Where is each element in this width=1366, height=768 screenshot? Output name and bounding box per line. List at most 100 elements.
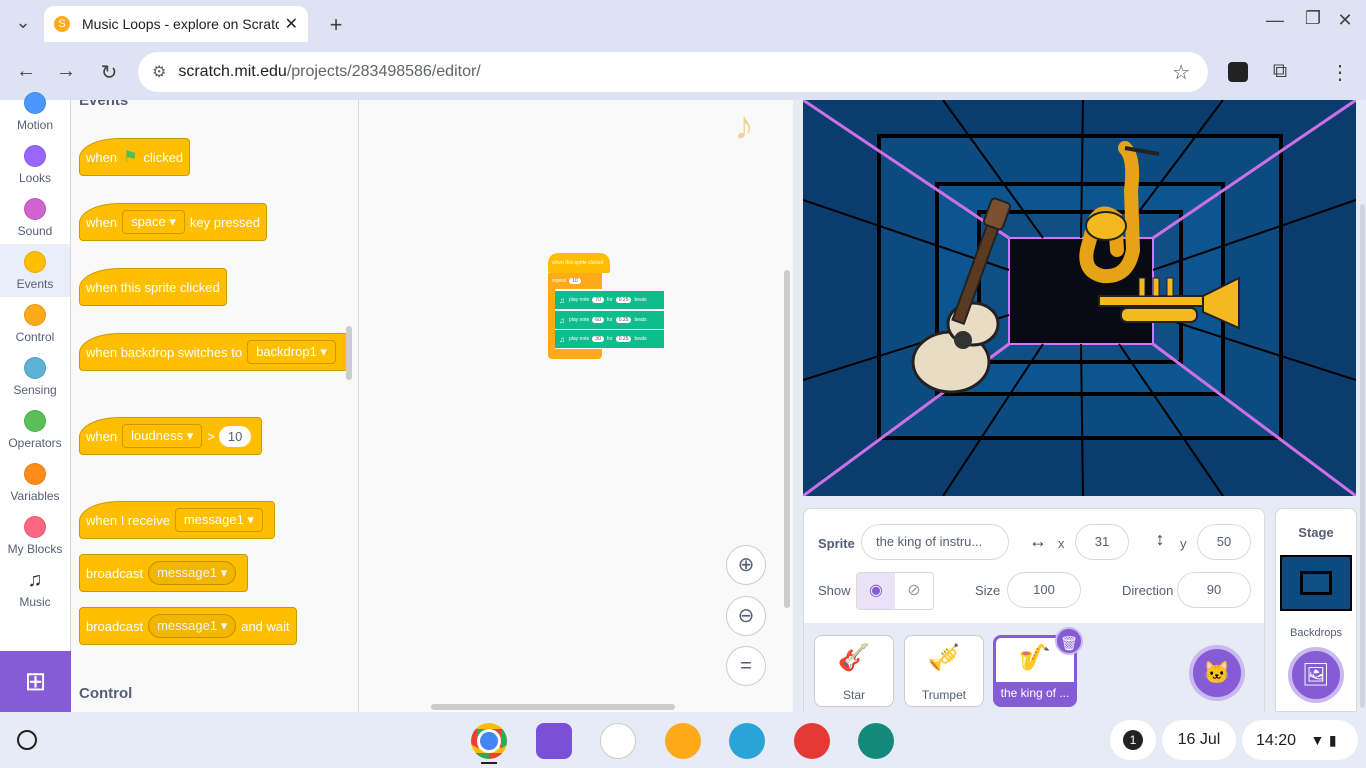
- palette-scrollbar[interactable]: [346, 326, 352, 380]
- bookmark-star-icon[interactable]: ☆: [1172, 60, 1190, 85]
- scratch-jr-app-icon[interactable]: [729, 723, 765, 759]
- category-control[interactable]: Control: [0, 304, 70, 357]
- address-bar[interactable]: ⚙ scratch.mit.edu/projects/283498586/edi…: [138, 52, 1208, 92]
- sprite-thumb-star[interactable]: 🎸 Star: [814, 635, 894, 707]
- forward-icon[interactable]: →: [54, 60, 78, 83]
- category-sensing[interactable]: Sensing: [0, 357, 70, 410]
- repeat-count-input[interactable]: 10: [569, 278, 581, 284]
- x-field[interactable]: 31: [1075, 524, 1129, 560]
- new-tab-icon[interactable]: +: [325, 12, 347, 38]
- block-text: for: [606, 297, 613, 303]
- page-scrollbar[interactable]: [1360, 204, 1365, 708]
- visibility-toggle: ◉ ⊘: [856, 572, 934, 610]
- sprite-thumb-trumpet[interactable]: 🎺 Trumpet: [904, 635, 984, 707]
- sprite-thumb-label: the king of ...: [996, 682, 1074, 704]
- when-loudness-block[interactable]: when loudness ▾ > 10: [79, 417, 263, 455]
- show-eye-icon[interactable]: ◉: [857, 573, 895, 609]
- category-label: Motion: [16, 118, 54, 132]
- note-input[interactable]: 30: [592, 336, 604, 342]
- play-note-block[interactable]: ♫ play note 70 for 0.25 beats: [555, 291, 664, 309]
- backdrop-dropdown[interactable]: backdrop1 ▾: [247, 340, 336, 364]
- backdrop-thumbnail[interactable]: [1280, 555, 1352, 611]
- category-looks[interactable]: Looks: [0, 145, 70, 198]
- when-key-pressed-block[interactable]: when space ▾ key pressed: [79, 203, 268, 241]
- stage-selector-pane[interactable]: Stage Backdrops 🖼: [1275, 508, 1357, 712]
- restore-icon[interactable]: ❐: [1302, 8, 1324, 29]
- beats-input[interactable]: 0.25: [615, 336, 632, 342]
- browser-tab[interactable]: S Music Loops - explore on Scratc ✕: [44, 6, 308, 42]
- choose-backdrop-button[interactable]: 🖼: [1288, 647, 1344, 703]
- scratch-app-icon[interactable]: [665, 723, 701, 759]
- direction-field[interactable]: 90: [1177, 572, 1251, 608]
- notification-pill[interactable]: 1: [1110, 720, 1156, 760]
- category-label: Music: [19, 595, 51, 609]
- zoom-in-button[interactable]: ⊕: [726, 545, 766, 585]
- workspace-h-scrollbar[interactable]: [431, 704, 675, 710]
- x-label: x: [1058, 536, 1065, 551]
- category-music[interactable]: ♫ Music: [0, 569, 70, 622]
- code-workspace[interactable]: ♪ when this sprite clicked repeat 10 ♫ p…: [359, 100, 793, 712]
- backdrops-label: Backdrops: [1290, 627, 1342, 639]
- sensor-dropdown[interactable]: loudness ▾: [122, 424, 203, 448]
- category-my-blocks[interactable]: My Blocks: [0, 516, 70, 569]
- delete-sprite-icon[interactable]: 🗑: [1055, 627, 1083, 655]
- when-flag-clicked-block[interactable]: when ⚑ clicked: [79, 138, 191, 176]
- y-field[interactable]: 50: [1197, 524, 1251, 560]
- classroom-app-icon[interactable]: [858, 723, 894, 759]
- block-text: beats: [634, 317, 647, 323]
- broadcast-and-wait-block[interactable]: broadcast message1 ▾ and wait: [79, 607, 297, 645]
- category-operators[interactable]: Operators: [0, 410, 70, 463]
- zoom-out-button[interactable]: ⊖: [726, 596, 766, 636]
- site-info-icon[interactable]: ⚙: [152, 62, 166, 82]
- hide-eye-icon[interactable]: ⊘: [895, 573, 933, 609]
- sprite-name-field[interactable]: the king of instru...: [861, 524, 1009, 560]
- broadcast-wait-dropdown[interactable]: message1 ▾: [148, 614, 237, 638]
- when-sprite-clicked-block[interactable]: when this sprite clicked: [79, 268, 227, 306]
- beats-input[interactable]: 0.25: [615, 297, 632, 303]
- broadcast-dropdown[interactable]: message1 ▾: [148, 561, 237, 585]
- close-window-icon[interactable]: ✕: [1334, 10, 1356, 31]
- extension-icon[interactable]: [1228, 62, 1248, 82]
- play-note-block[interactable]: ♫ play note 60 for 0.25 beats: [555, 311, 664, 329]
- script-repeat-block[interactable]: repeat 10: [548, 273, 602, 289]
- notes-app-icon[interactable]: [600, 723, 636, 759]
- sprite-watermark-saxophone-icon: ♪: [734, 104, 754, 148]
- stage-canvas[interactable]: [803, 100, 1356, 496]
- status-tray[interactable]: 14:20 ▼ ▮: [1242, 720, 1358, 760]
- choose-sprite-button[interactable]: 🐱: [1189, 645, 1245, 701]
- minimize-icon[interactable]: —: [1264, 10, 1286, 31]
- add-extension-button[interactable]: ⊞: [0, 651, 71, 712]
- back-icon[interactable]: ←: [14, 60, 38, 83]
- category-events[interactable]: Events: [0, 244, 70, 297]
- reload-icon[interactable]: ↻: [97, 60, 121, 85]
- key-dropdown[interactable]: space ▾: [122, 210, 185, 234]
- launcher-icon[interactable]: [17, 730, 37, 750]
- video-editor-app-icon[interactable]: [536, 723, 572, 759]
- tab-search-icon[interactable]: ⌄: [12, 12, 34, 33]
- message-dropdown[interactable]: message1 ▾: [174, 508, 263, 532]
- block-text: key pressed: [189, 214, 261, 230]
- category-motion[interactable]: Motion: [0, 92, 70, 145]
- block-text: clicked: [143, 149, 184, 165]
- play-note-block[interactable]: ♫ play note 30 for 0.25 beats: [555, 330, 664, 348]
- note-input[interactable]: 70: [592, 297, 604, 303]
- date-pill[interactable]: 16 Jul: [1162, 720, 1236, 760]
- loudness-number-input[interactable]: 10: [218, 425, 252, 447]
- category-variables[interactable]: Variables: [0, 463, 70, 516]
- extensions-puzzle-icon[interactable]: ⧉: [1268, 60, 1292, 83]
- zoom-reset-button[interactable]: =: [726, 646, 766, 686]
- block-text: and wait: [241, 618, 290, 634]
- script-hat-block[interactable]: when this sprite clicked: [548, 253, 610, 273]
- menu-kebab-icon[interactable]: ⋮: [1330, 60, 1350, 85]
- broadcast-block[interactable]: broadcast message1 ▾: [79, 554, 249, 592]
- note-input[interactable]: 60: [592, 317, 604, 323]
- close-tab-icon[interactable]: ✕: [285, 14, 298, 34]
- workspace-v-scrollbar[interactable]: [784, 270, 790, 608]
- when-backdrop-switches-block[interactable]: when backdrop switches to backdrop1 ▾: [79, 333, 348, 371]
- size-field[interactable]: 100: [1007, 572, 1081, 608]
- beats-input[interactable]: 0.25: [615, 317, 632, 323]
- when-i-receive-block[interactable]: when I receive message1 ▾: [79, 501, 275, 539]
- paint-app-icon[interactable]: [794, 723, 830, 759]
- chrome-app-icon[interactable]: [471, 723, 507, 759]
- category-menu: Motion Looks Sound Events Control Sensin…: [0, 92, 71, 712]
